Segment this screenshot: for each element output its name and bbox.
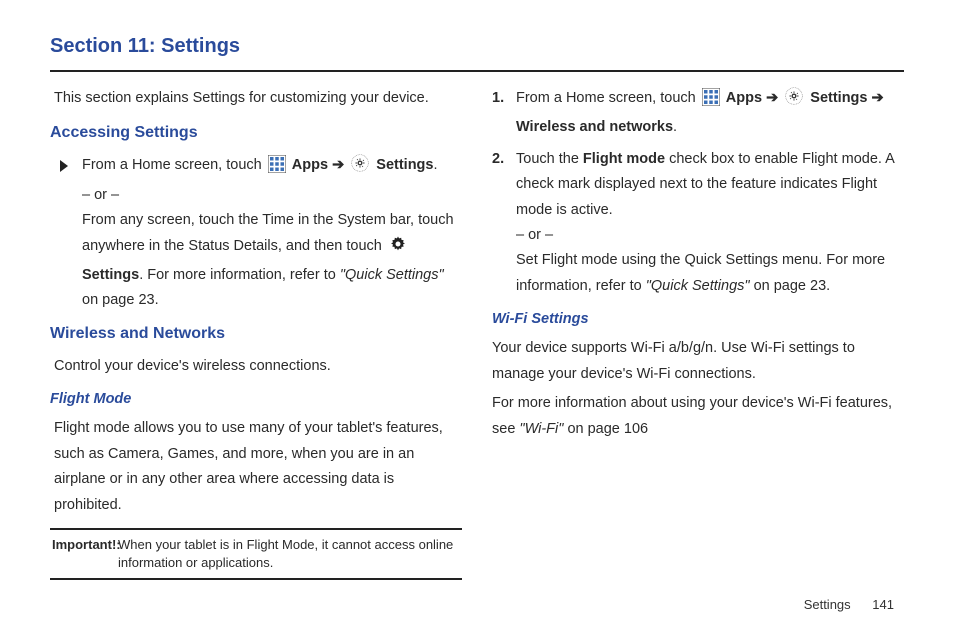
right-column: 1. From a Home screen, touch Apps ➔ Sett… (492, 86, 904, 580)
title-rule (50, 70, 904, 72)
bullet-item: From a Home screen, touch Apps ➔ Setting… (60, 153, 462, 313)
text: . For more information, refer to (139, 267, 340, 283)
settings-label: Settings (810, 90, 867, 106)
settings-label: Settings (82, 267, 139, 283)
step-body: Touch the Flight mode check box to enabl… (516, 147, 904, 299)
apps-label: Apps (292, 157, 328, 173)
note-label: Important!: (52, 537, 121, 552)
wireless-intro: Control your device's wireless connectio… (54, 354, 462, 379)
wireless-networks-label: Wireless and networks (516, 119, 673, 135)
reference-link: "Quick Settings" (340, 267, 444, 283)
arrow-icon: ➔ (332, 157, 348, 173)
settings-gear-icon (388, 234, 408, 263)
footer-page-number: 141 (872, 597, 894, 612)
heading-flight-mode: Flight Mode (50, 387, 462, 412)
play-bullet-icon (60, 160, 68, 172)
step-number: 1. (492, 86, 516, 111)
step-body: From a Home screen, touch Apps ➔ Setting… (516, 86, 904, 141)
wifi-ref-text: For more information about using your de… (492, 391, 904, 442)
note-body: When your tablet is in Flight Mode, it c… (118, 536, 460, 572)
arrow-icon: ➔ (766, 90, 782, 106)
section-title: Section 11: Settings (50, 35, 904, 58)
apps-label: Apps (726, 90, 762, 106)
settings-icon (350, 153, 370, 182)
content-columns: This section explains Settings for custo… (50, 86, 904, 580)
settings-label: Settings (376, 157, 433, 173)
heading-accessing-settings: Accessing Settings (50, 119, 462, 147)
apps-icon (702, 88, 720, 115)
bullet-body: From a Home screen, touch Apps ➔ Setting… (82, 153, 462, 313)
wifi-text: Your device supports Wi-Fi a/b/g/n. Use … (492, 336, 904, 387)
flight-mode-label: Flight mode (583, 151, 665, 167)
settings-icon (784, 86, 804, 115)
footer-section-label: Settings (804, 597, 851, 612)
arrow-icon: ➔ (872, 90, 884, 106)
step-1: 1. From a Home screen, touch Apps ➔ Sett… (492, 86, 904, 141)
text: From a Home screen, touch (516, 90, 700, 106)
step-number: 2. (492, 147, 516, 172)
reference-link: "Quick Settings" (646, 278, 754, 294)
intro-text: This section explains Settings for custo… (54, 86, 462, 111)
text: on page 23. (754, 278, 831, 294)
text: Set Flight mode using the Quick Settings… (516, 248, 904, 299)
step-2: 2. Touch the Flight mode check box to en… (492, 147, 904, 299)
important-note: Important!: When your tablet is in Fligh… (50, 528, 462, 581)
text: Touch the (516, 151, 583, 167)
text: . (673, 119, 677, 135)
reference-link: "Wi-Fi" (519, 421, 567, 437)
heading-wifi-settings: Wi-Fi Settings (492, 307, 904, 332)
page-footer: Settings 141 (804, 597, 894, 612)
or-text: – or – (82, 183, 462, 208)
text: From a Home screen, touch (82, 157, 266, 173)
heading-wireless-networks: Wireless and Networks (50, 320, 462, 348)
or-text: – or – (516, 223, 904, 248)
text: on page 23. (82, 292, 159, 308)
apps-icon (268, 155, 286, 182)
text: . (433, 157, 437, 173)
text: From any screen, touch the Time in the S… (82, 208, 462, 314)
left-column: This section explains Settings for custo… (50, 86, 462, 580)
flight-mode-text: Flight mode allows you to use many of yo… (54, 416, 462, 518)
text: on page 106 (567, 421, 648, 437)
